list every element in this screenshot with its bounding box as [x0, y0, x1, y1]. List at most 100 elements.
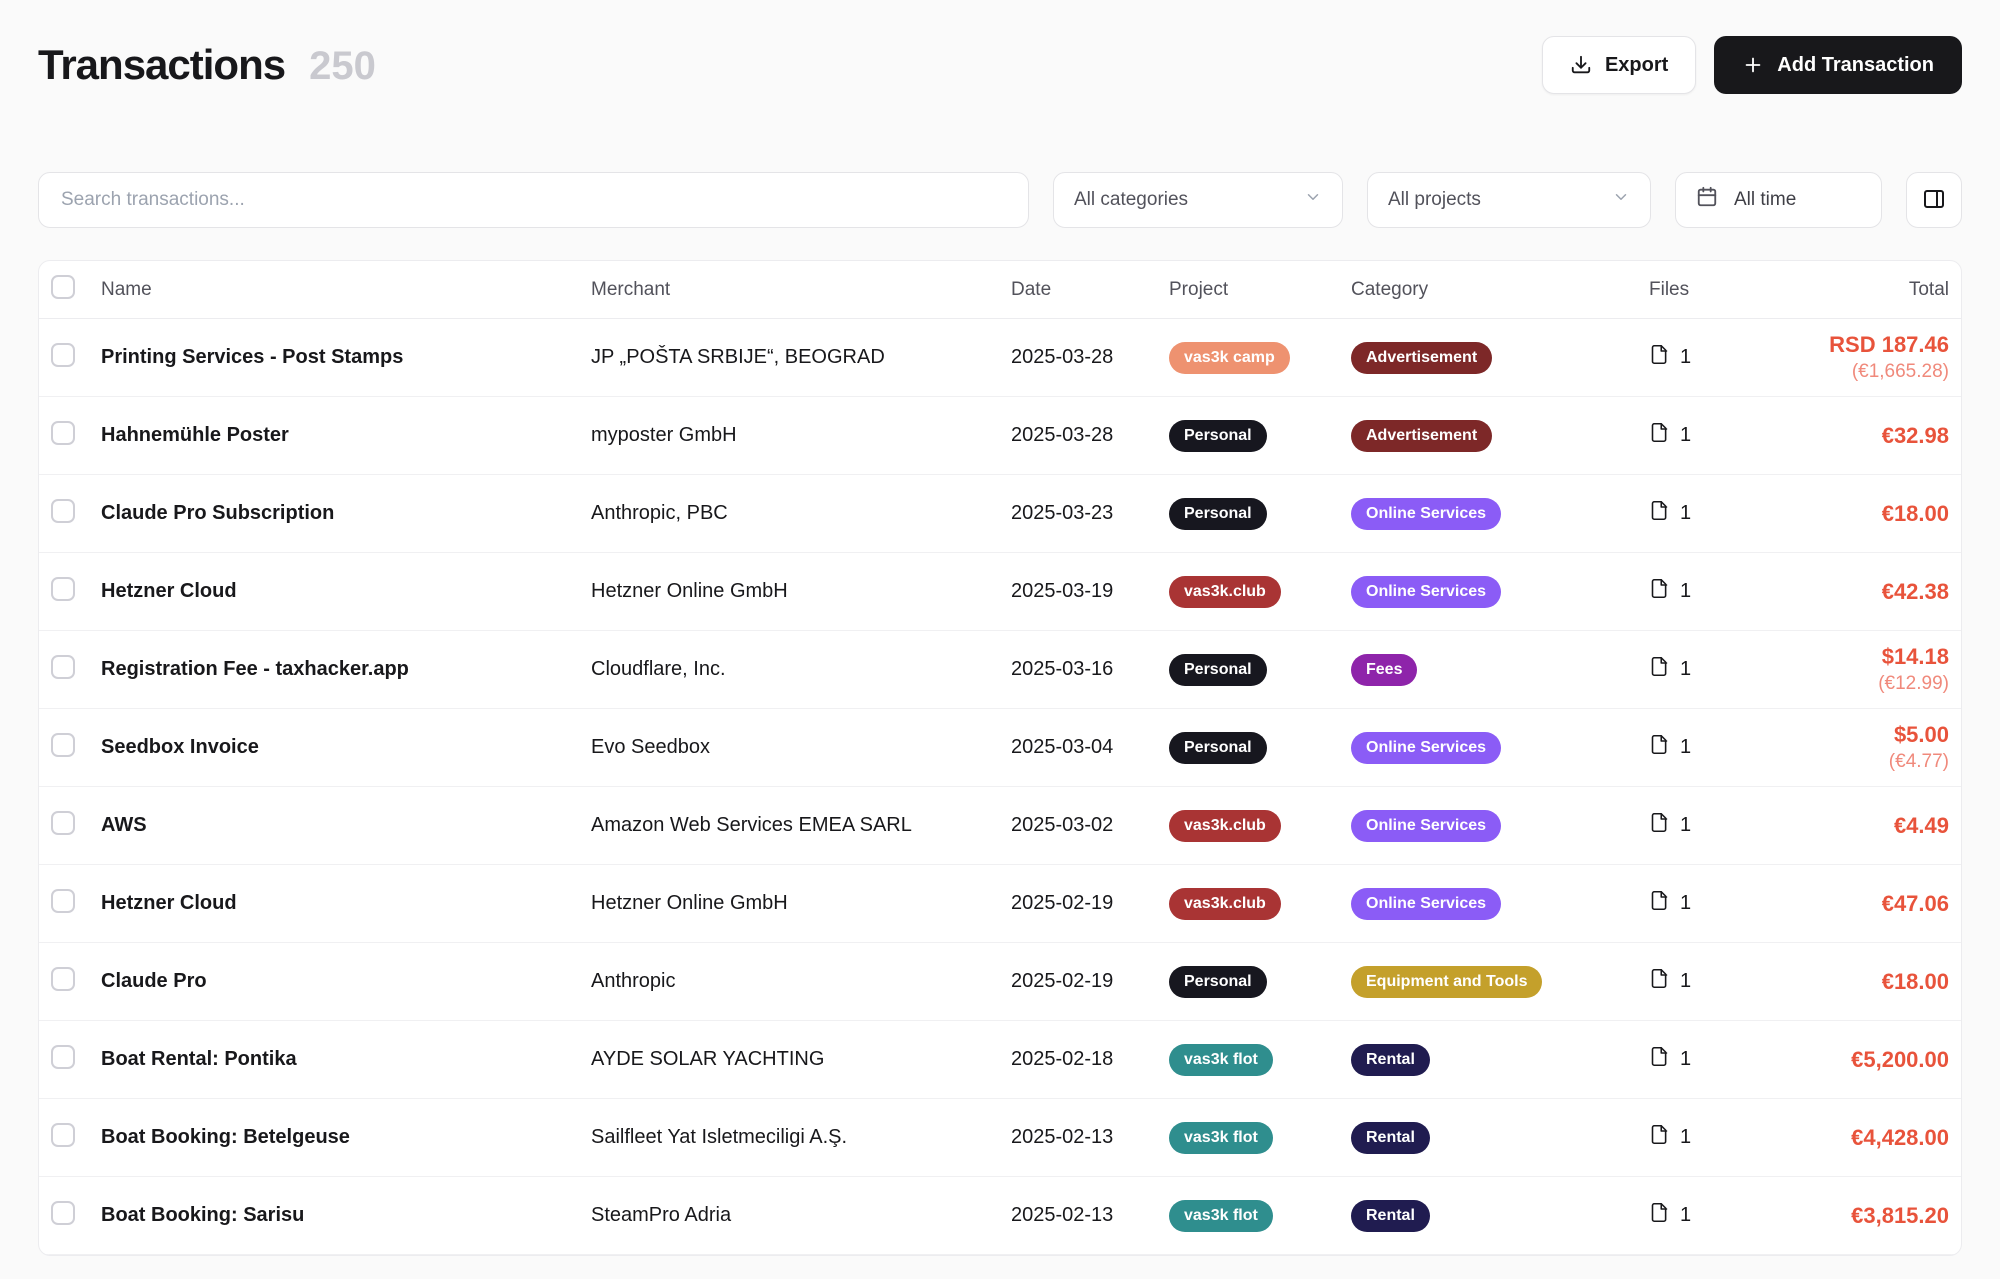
- transaction-name: Registration Fee - taxhacker.app: [101, 658, 591, 681]
- column-header-merchant: Merchant: [591, 279, 1011, 301]
- files-cell: 1: [1649, 578, 1757, 605]
- files-count: 1: [1680, 1126, 1691, 1149]
- project-badge[interactable]: vas3k flot: [1169, 1200, 1273, 1232]
- row-checkbox[interactable]: [51, 811, 75, 835]
- categories-select-value: All categories: [1074, 189, 1188, 211]
- project-badge[interactable]: Personal: [1169, 966, 1267, 998]
- category-badge[interactable]: Advertisement: [1351, 420, 1492, 452]
- row-checkbox[interactable]: [51, 343, 75, 367]
- columns-icon: [1922, 187, 1946, 214]
- project-badge[interactable]: vas3k camp: [1169, 342, 1290, 374]
- files-count: 1: [1680, 970, 1691, 993]
- category-badge[interactable]: Online Services: [1351, 576, 1501, 608]
- row-checkbox[interactable]: [51, 499, 75, 523]
- files-count: 1: [1680, 580, 1691, 603]
- add-transaction-button-label: Add Transaction: [1777, 54, 1934, 77]
- project-badge[interactable]: vas3k flot: [1169, 1044, 1273, 1076]
- row-checkbox[interactable]: [51, 967, 75, 991]
- files-count: 1: [1680, 346, 1691, 369]
- plus-icon: [1742, 54, 1764, 76]
- transaction-total: €3,815.20: [1757, 1203, 1949, 1229]
- project-badge[interactable]: Personal: [1169, 732, 1267, 764]
- transaction-date: 2025-03-16: [1011, 658, 1169, 681]
- files-cell: 1: [1649, 1124, 1757, 1151]
- project-badge[interactable]: vas3k.club: [1169, 576, 1281, 608]
- table-row[interactable]: Claude Pro SubscriptionAnthropic, PBC202…: [39, 475, 1961, 553]
- table-row[interactable]: Boat Booking: SarisuSteamPro Adria2025-0…: [39, 1177, 1961, 1255]
- files-cell: 1: [1649, 656, 1757, 683]
- table-row[interactable]: Hetzner CloudHetzner Online GmbH2025-03-…: [39, 553, 1961, 631]
- category-badge[interactable]: Rental: [1351, 1122, 1430, 1154]
- row-checkbox[interactable]: [51, 733, 75, 757]
- transaction-date: 2025-03-19: [1011, 580, 1169, 603]
- transaction-name: Printing Services - Post Stamps: [101, 346, 591, 369]
- row-checkbox[interactable]: [51, 1045, 75, 1069]
- file-icon: [1649, 890, 1670, 917]
- export-button[interactable]: Export: [1542, 36, 1696, 94]
- date-range-button[interactable]: All time: [1675, 172, 1882, 228]
- projects-select-value: All projects: [1388, 189, 1481, 211]
- projects-select[interactable]: All projects: [1367, 172, 1651, 228]
- table-row[interactable]: Boat Rental: PontikaAYDE SOLAR YACHTING2…: [39, 1021, 1961, 1099]
- transaction-name: Claude Pro Subscription: [101, 502, 591, 525]
- categories-select[interactable]: All categories: [1053, 172, 1343, 228]
- transaction-date: 2025-03-23: [1011, 502, 1169, 525]
- row-checkbox[interactable]: [51, 1123, 75, 1147]
- row-checkbox[interactable]: [51, 1201, 75, 1225]
- transaction-name: Hetzner Cloud: [101, 580, 591, 603]
- category-badge[interactable]: Advertisement: [1351, 342, 1492, 374]
- table-row[interactable]: Registration Fee - taxhacker.appCloudfla…: [39, 631, 1961, 709]
- project-badge[interactable]: Personal: [1169, 654, 1267, 686]
- files-cell: 1: [1649, 500, 1757, 527]
- transaction-total-converted: (€1,665.28): [1852, 361, 1949, 383]
- category-badge[interactable]: Rental: [1351, 1044, 1430, 1076]
- project-badge[interactable]: vas3k.club: [1169, 810, 1281, 842]
- files-count: 1: [1680, 892, 1691, 915]
- table-row[interactable]: Claude ProAnthropic2025-02-19PersonalEqu…: [39, 943, 1961, 1021]
- table-row[interactable]: Hahnemühle Postermyposter GmbH2025-03-28…: [39, 397, 1961, 475]
- category-badge[interactable]: Online Services: [1351, 888, 1501, 920]
- project-badge[interactable]: vas3k.club: [1169, 888, 1281, 920]
- transaction-total-amount: €18.00: [1882, 501, 1949, 527]
- row-checkbox[interactable]: [51, 577, 75, 601]
- transactions-count: 250: [309, 44, 376, 89]
- transaction-merchant: AYDE SOLAR YACHTING: [591, 1048, 1011, 1071]
- category-badge[interactable]: Online Services: [1351, 732, 1501, 764]
- category-badge[interactable]: Equipment and Tools: [1351, 966, 1542, 998]
- add-transaction-button[interactable]: Add Transaction: [1714, 36, 1962, 94]
- row-checkbox[interactable]: [51, 421, 75, 445]
- transaction-date: 2025-02-18: [1011, 1048, 1169, 1071]
- search-input[interactable]: [38, 172, 1029, 228]
- columns-toggle-button[interactable]: [1906, 172, 1962, 228]
- project-badge[interactable]: Personal: [1169, 498, 1267, 530]
- transaction-date: 2025-03-04: [1011, 736, 1169, 759]
- transaction-merchant: Hetzner Online GmbH: [591, 580, 1011, 603]
- table-row[interactable]: Boat Booking: BetelgeuseSailfleet Yat Is…: [39, 1099, 1961, 1177]
- select-all-checkbox[interactable]: [51, 275, 75, 299]
- transaction-total-amount: €47.06: [1882, 891, 1949, 917]
- table-row[interactable]: Printing Services - Post StampsJP „POŠTA…: [39, 319, 1961, 397]
- transaction-name: AWS: [101, 814, 591, 837]
- files-count: 1: [1680, 424, 1691, 447]
- project-badge[interactable]: Personal: [1169, 420, 1267, 452]
- files-count: 1: [1680, 658, 1691, 681]
- row-checkbox[interactable]: [51, 655, 75, 679]
- project-badge[interactable]: vas3k flot: [1169, 1122, 1273, 1154]
- table-row[interactable]: AWSAmazon Web Services EMEA SARL2025-03-…: [39, 787, 1961, 865]
- transaction-total-amount: RSD 187.46: [1829, 332, 1949, 358]
- category-badge[interactable]: Online Services: [1351, 810, 1501, 842]
- files-cell: 1: [1649, 734, 1757, 761]
- files-count: 1: [1680, 502, 1691, 525]
- transaction-total: €18.00: [1757, 969, 1949, 995]
- category-badge[interactable]: Rental: [1351, 1200, 1430, 1232]
- category-badge[interactable]: Online Services: [1351, 498, 1501, 530]
- table-row[interactable]: Hetzner CloudHetzner Online GmbH2025-02-…: [39, 865, 1961, 943]
- transaction-merchant: Cloudflare, Inc.: [591, 658, 1011, 681]
- category-badge[interactable]: Fees: [1351, 654, 1417, 686]
- column-header-files: Files: [1649, 279, 1757, 301]
- transaction-name: Boat Booking: Sarisu: [101, 1204, 591, 1227]
- row-checkbox[interactable]: [51, 889, 75, 913]
- file-icon: [1649, 1124, 1670, 1151]
- transaction-merchant: JP „POŠTA SRBIJE“, BEOGRAD: [591, 346, 1011, 369]
- table-row[interactable]: Seedbox InvoiceEvo Seedbox2025-03-04Pers…: [39, 709, 1961, 787]
